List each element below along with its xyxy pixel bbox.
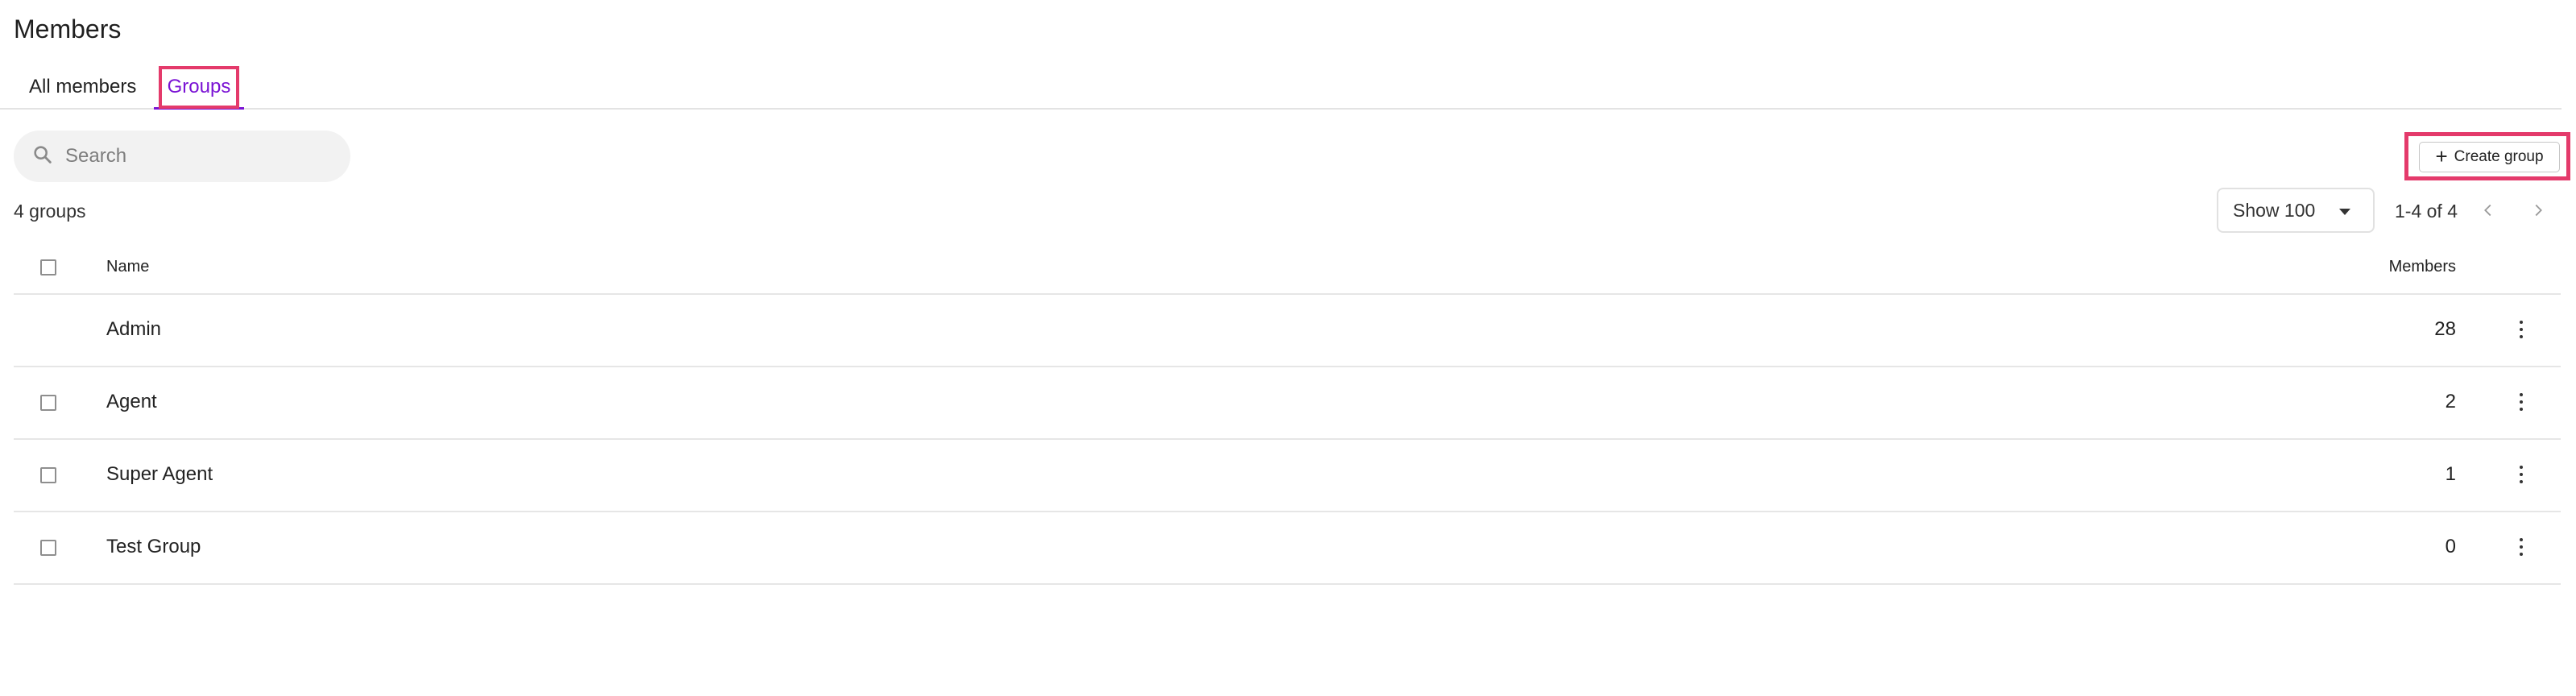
caret-down-icon — [2339, 209, 2350, 215]
table-row: Super Agent 1 — [14, 440, 2561, 512]
table-row: Agent 2 — [14, 367, 2561, 440]
member-count: 0 — [2445, 536, 2456, 557]
group-count: 4 groups — [14, 201, 86, 222]
group-name[interactable]: Test Group — [106, 536, 201, 558]
search-icon — [31, 143, 54, 170]
member-count: 28 — [2434, 318, 2456, 340]
groups-table: Name Members Admin 28 Agent 2 Super Agen… — [14, 242, 2561, 585]
page-title: Members — [14, 14, 122, 44]
chevron-left-icon — [2484, 204, 2491, 217]
table-header: Name Members — [14, 242, 2561, 295]
search-input[interactable] — [64, 144, 325, 168]
member-count: 1 — [2445, 463, 2456, 485]
group-name[interactable]: Agent — [106, 391, 157, 413]
table-row: Test Group 0 — [14, 512, 2561, 585]
pagination-range: 1-4 of 4 — [2395, 201, 2458, 222]
chevron-right-icon — [2535, 204, 2542, 217]
more-vertical-icon[interactable] — [2516, 390, 2527, 414]
tab-groups[interactable]: Groups — [154, 63, 244, 110]
page-size-label: Show 100 — [2233, 199, 2316, 221]
column-header-members: Members — [2388, 258, 2456, 276]
search-box[interactable] — [14, 130, 350, 182]
more-vertical-icon[interactable] — [2516, 317, 2527, 342]
tab-bar: All members Groups — [0, 63, 2562, 110]
row-checkbox[interactable] — [40, 467, 56, 483]
previous-page-button[interactable] — [2477, 197, 2499, 224]
members-page: Members All members Groups + Create grou… — [0, 0, 2576, 696]
plus-icon: + — [2435, 144, 2448, 168]
row-checkbox[interactable] — [40, 540, 56, 556]
group-name[interactable]: Admin — [106, 318, 161, 341]
tab-all-members[interactable]: All members — [29, 63, 136, 110]
row-checkbox[interactable] — [40, 395, 56, 411]
table-row: Admin 28 — [14, 295, 2561, 367]
page-size-select[interactable]: Show 100 — [2217, 188, 2375, 233]
create-group-button[interactable]: + Create group — [2419, 142, 2560, 172]
member-count: 2 — [2445, 391, 2456, 412]
select-all-checkbox[interactable] — [40, 259, 56, 276]
group-name[interactable]: Super Agent — [106, 463, 213, 486]
more-vertical-icon[interactable] — [2516, 535, 2527, 559]
next-page-button[interactable] — [2527, 197, 2549, 224]
more-vertical-icon[interactable] — [2516, 462, 2527, 487]
column-header-name: Name — [106, 258, 150, 276]
create-group-label: Create group — [2454, 148, 2544, 165]
